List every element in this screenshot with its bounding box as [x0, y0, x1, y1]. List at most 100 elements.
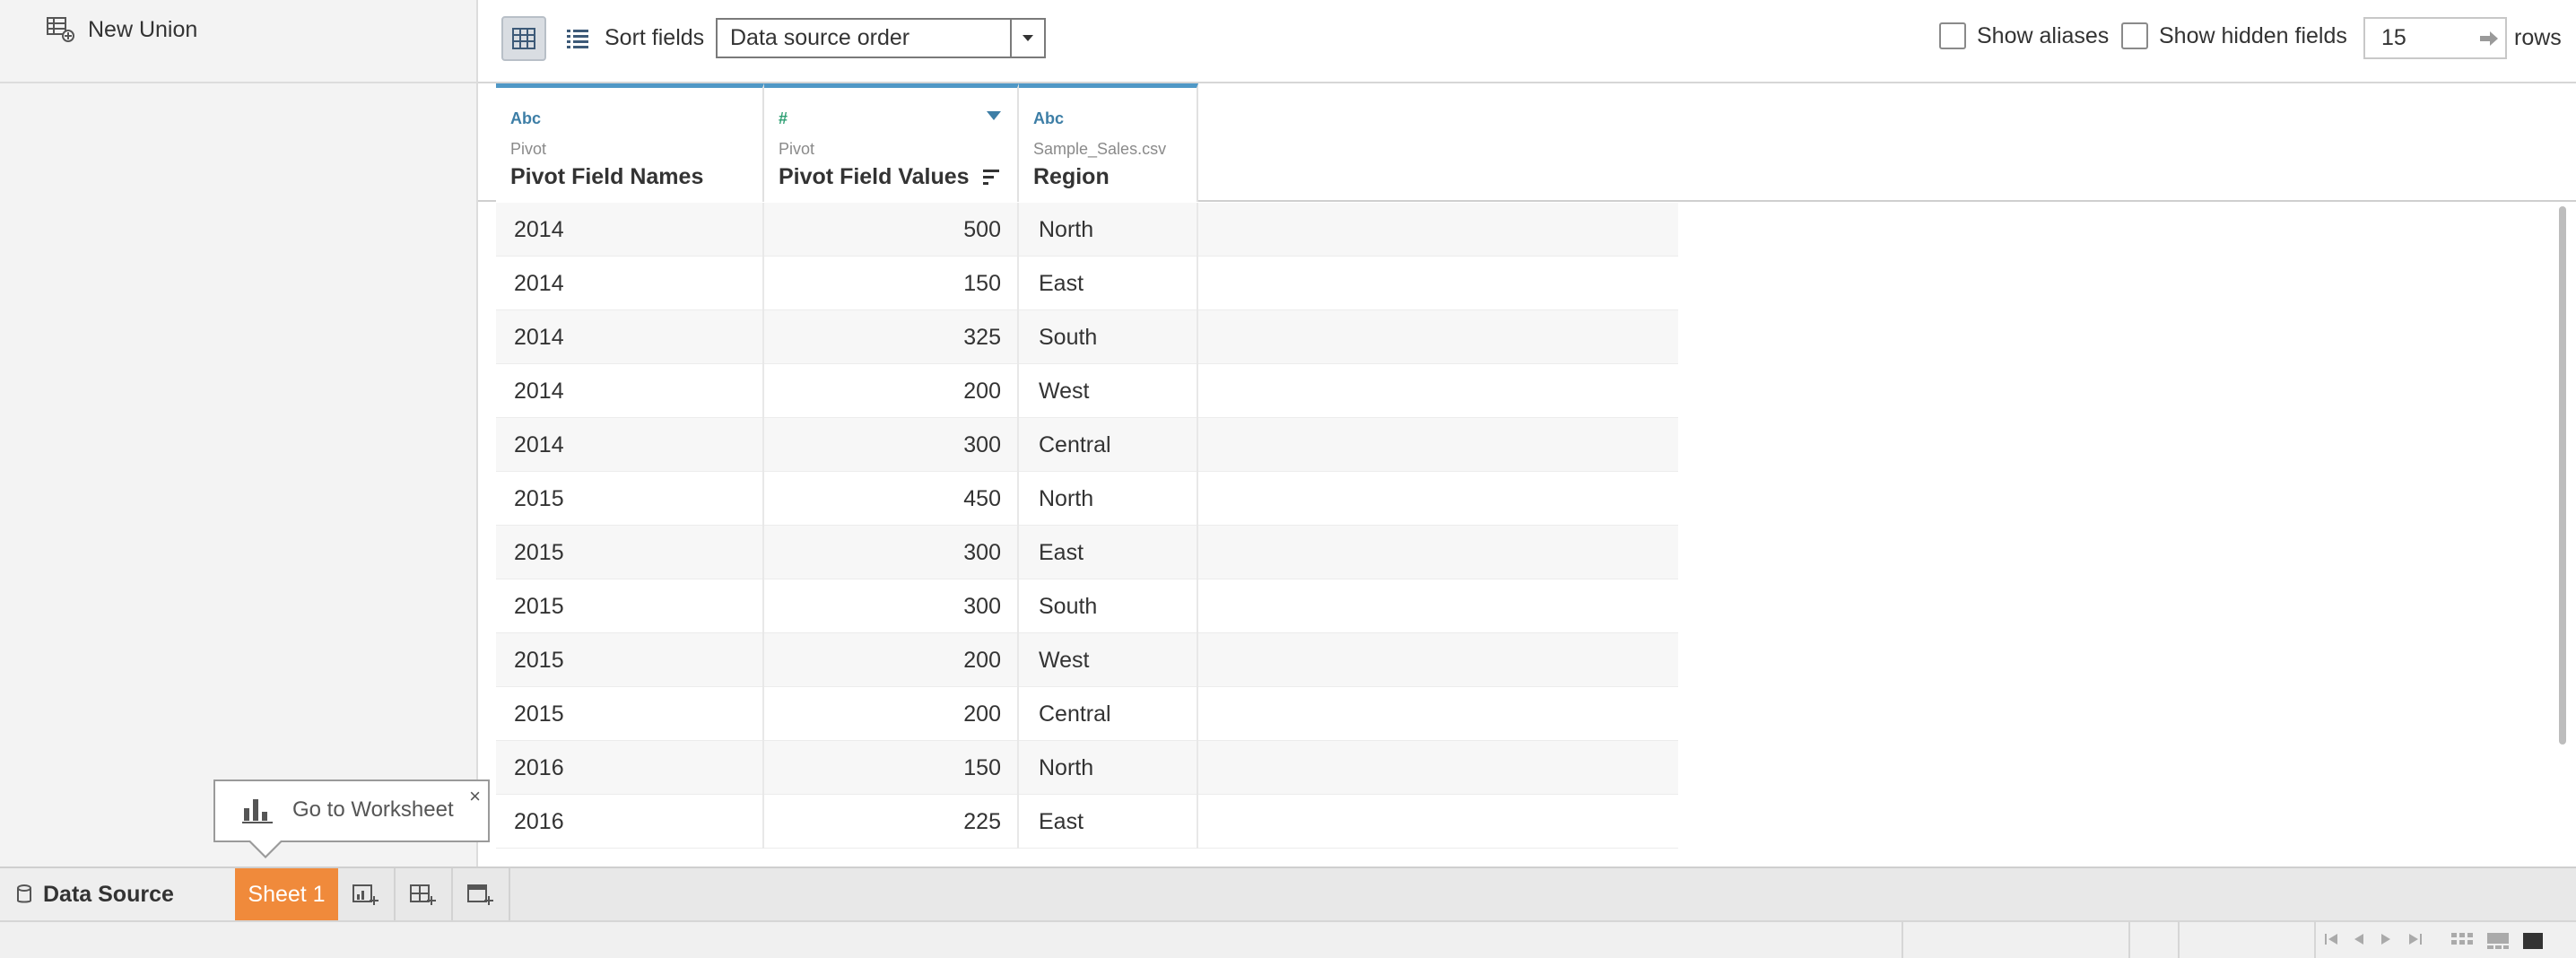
cell-pivot-field-name[interactable]: 2016 [496, 741, 764, 795]
column-name: Pivot Field Names [510, 164, 704, 189]
cell-pivot-field-name[interactable]: 2014 [496, 203, 764, 257]
sort-fields-label: Sort fields [605, 25, 705, 50]
cell-region[interactable]: West [1019, 364, 1198, 418]
cell-pivot-field-value[interactable]: 300 [764, 526, 1019, 579]
cell-pivot-field-value[interactable]: 300 [764, 579, 1019, 633]
column-header-pivot-field-names[interactable]: Abc Pivot Pivot Field Names [496, 83, 764, 202]
cell-region[interactable]: South [1019, 310, 1198, 364]
first-sheet-icon[interactable] [2323, 931, 2341, 947]
column-header-region[interactable]: Abc Sample_Sales.csv Region [1019, 83, 1198, 202]
cell-region[interactable]: East [1019, 526, 1198, 579]
table-row[interactable]: 2014 500 North [496, 203, 1678, 257]
rows-count-input[interactable]: 15 [2363, 17, 2507, 59]
column-source: Pivot [510, 140, 547, 158]
view-mode-toggles [2450, 931, 2544, 951]
cell-pivot-field-name[interactable]: 2015 [496, 579, 764, 633]
cell-region[interactable]: South [1019, 579, 1198, 633]
cell-region[interactable]: Central [1019, 687, 1198, 741]
database-icon [17, 884, 31, 903]
next-sheet-icon[interactable] [2379, 931, 2393, 947]
cell-region[interactable]: North [1019, 741, 1198, 795]
sort-fields-dropdown[interactable]: Data source order [716, 18, 1046, 58]
status-divider [2178, 922, 2180, 958]
cell-pivot-field-name[interactable]: 2014 [496, 310, 764, 364]
cell-pivot-field-name[interactable]: 2014 [496, 257, 764, 310]
table-row[interactable]: 2014 150 East [496, 257, 1678, 310]
metadata-list-button[interactable] [555, 16, 600, 61]
scrollbar-thumb[interactable] [2559, 206, 2566, 745]
string-type-icon[interactable]: Abc [510, 109, 541, 128]
table-row[interactable]: 2014 325 South [496, 310, 1678, 364]
table-row[interactable]: 2015 300 East [496, 526, 1678, 579]
cell-pivot-field-value[interactable]: 200 [764, 687, 1019, 741]
cell-region[interactable]: East [1019, 795, 1198, 849]
cell-pivot-field-value[interactable]: 225 [764, 795, 1019, 849]
cell-pivot-field-value[interactable]: 150 [764, 741, 1019, 795]
cell-pivot-field-value[interactable]: 200 [764, 364, 1019, 418]
show-hidden-fields-checkbox[interactable]: Show hidden fields [2121, 22, 2347, 49]
tabs-view-icon[interactable] [2522, 931, 2544, 951]
close-icon[interactable]: × [469, 785, 481, 808]
cell-pivot-field-name[interactable]: 2015 [496, 687, 764, 741]
arrow-right-icon[interactable] [2473, 30, 2505, 47]
cell-pivot-field-name[interactable]: 2014 [496, 364, 764, 418]
cell-pivot-field-value[interactable]: 450 [764, 472, 1019, 526]
show-aliases-box[interactable] [1939, 22, 1966, 49]
row-gutter [478, 203, 496, 867]
new-dashboard-button[interactable] [396, 868, 453, 920]
sheet-1-tab-label: Sheet 1 [248, 881, 326, 907]
show-hidden-fields-label: Show hidden fields [2159, 22, 2347, 48]
cell-pivot-field-name[interactable]: 2015 [496, 526, 764, 579]
cell-pivot-field-value[interactable]: 200 [764, 633, 1019, 687]
table-row[interactable]: 2015 200 Central [496, 687, 1678, 741]
table-row[interactable]: 2015 200 West [496, 633, 1678, 687]
previous-sheet-icon[interactable] [2352, 931, 2366, 947]
new-story-button[interactable] [453, 868, 510, 920]
cell-region[interactable]: West [1019, 633, 1198, 687]
status-bar [0, 920, 2576, 958]
show-hidden-fields-box[interactable] [2121, 22, 2148, 49]
string-type-icon[interactable]: Abc [1033, 109, 1064, 128]
table-row[interactable]: 2016 225 East [496, 795, 1678, 849]
cell-pivot-field-name[interactable]: 2014 [496, 418, 764, 472]
cell-pivot-field-name[interactable]: 2015 [496, 472, 764, 526]
rows-count-value: 15 [2381, 25, 2406, 50]
grid-icon [512, 28, 535, 49]
cell-region[interactable]: North [1019, 472, 1198, 526]
data-grid: Abc Pivot Pivot Field Names # Pivot Pivo… [478, 83, 2576, 867]
last-sheet-icon[interactable] [2406, 931, 2424, 947]
rows-label: rows [2514, 25, 2562, 50]
new-union-item[interactable]: New Union [47, 13, 197, 47]
number-type-icon[interactable]: # [779, 109, 788, 128]
cell-pivot-field-value[interactable]: 325 [764, 310, 1019, 364]
data-source-tab[interactable]: Data Source [0, 868, 235, 920]
table-row[interactable]: 2016 150 North [496, 741, 1678, 795]
cell-region[interactable]: Central [1019, 418, 1198, 472]
cell-pivot-field-name[interactable]: 2016 [496, 795, 764, 849]
column-menu-caret-icon[interactable] [987, 111, 1001, 120]
cell-region[interactable]: East [1019, 257, 1198, 310]
table-row[interactable]: 2014 300 Central [496, 418, 1678, 472]
sort-icon[interactable] [983, 169, 1001, 187]
filmstrip-icon[interactable] [2486, 931, 2510, 951]
cell-pivot-field-value[interactable]: 150 [764, 257, 1019, 310]
cell-pivot-field-name[interactable]: 2015 [496, 633, 764, 687]
table-row[interactable]: 2014 200 West [496, 364, 1678, 418]
union-icon [47, 17, 74, 42]
grid-view-button[interactable] [501, 16, 546, 61]
table-row[interactable]: 2015 300 South [496, 579, 1678, 633]
cell-region[interactable]: North [1019, 203, 1198, 257]
cell-pivot-field-value[interactable]: 500 [764, 203, 1019, 257]
sheet-1-tab[interactable]: Sheet 1 [235, 868, 338, 920]
go-to-worksheet-tooltip[interactable]: Go to Worksheet × [213, 779, 490, 858]
table-row[interactable]: 2015 450 North [496, 472, 1678, 526]
vertical-scrollbar[interactable] [2550, 203, 2576, 867]
column-source: Pivot [779, 140, 815, 158]
go-to-worksheet-link[interactable]: Go to Worksheet [242, 796, 454, 824]
show-aliases-checkbox[interactable]: Show aliases [1939, 22, 2109, 49]
column-header-pivot-field-values[interactable]: # Pivot Pivot Field Values [764, 83, 1019, 202]
cell-pivot-field-value[interactable]: 300 [764, 418, 1019, 472]
new-worksheet-button[interactable] [338, 868, 396, 920]
go-to-worksheet-label: Go to Worksheet [292, 797, 454, 822]
sheet-sorter-icon[interactable] [2450, 931, 2474, 951]
